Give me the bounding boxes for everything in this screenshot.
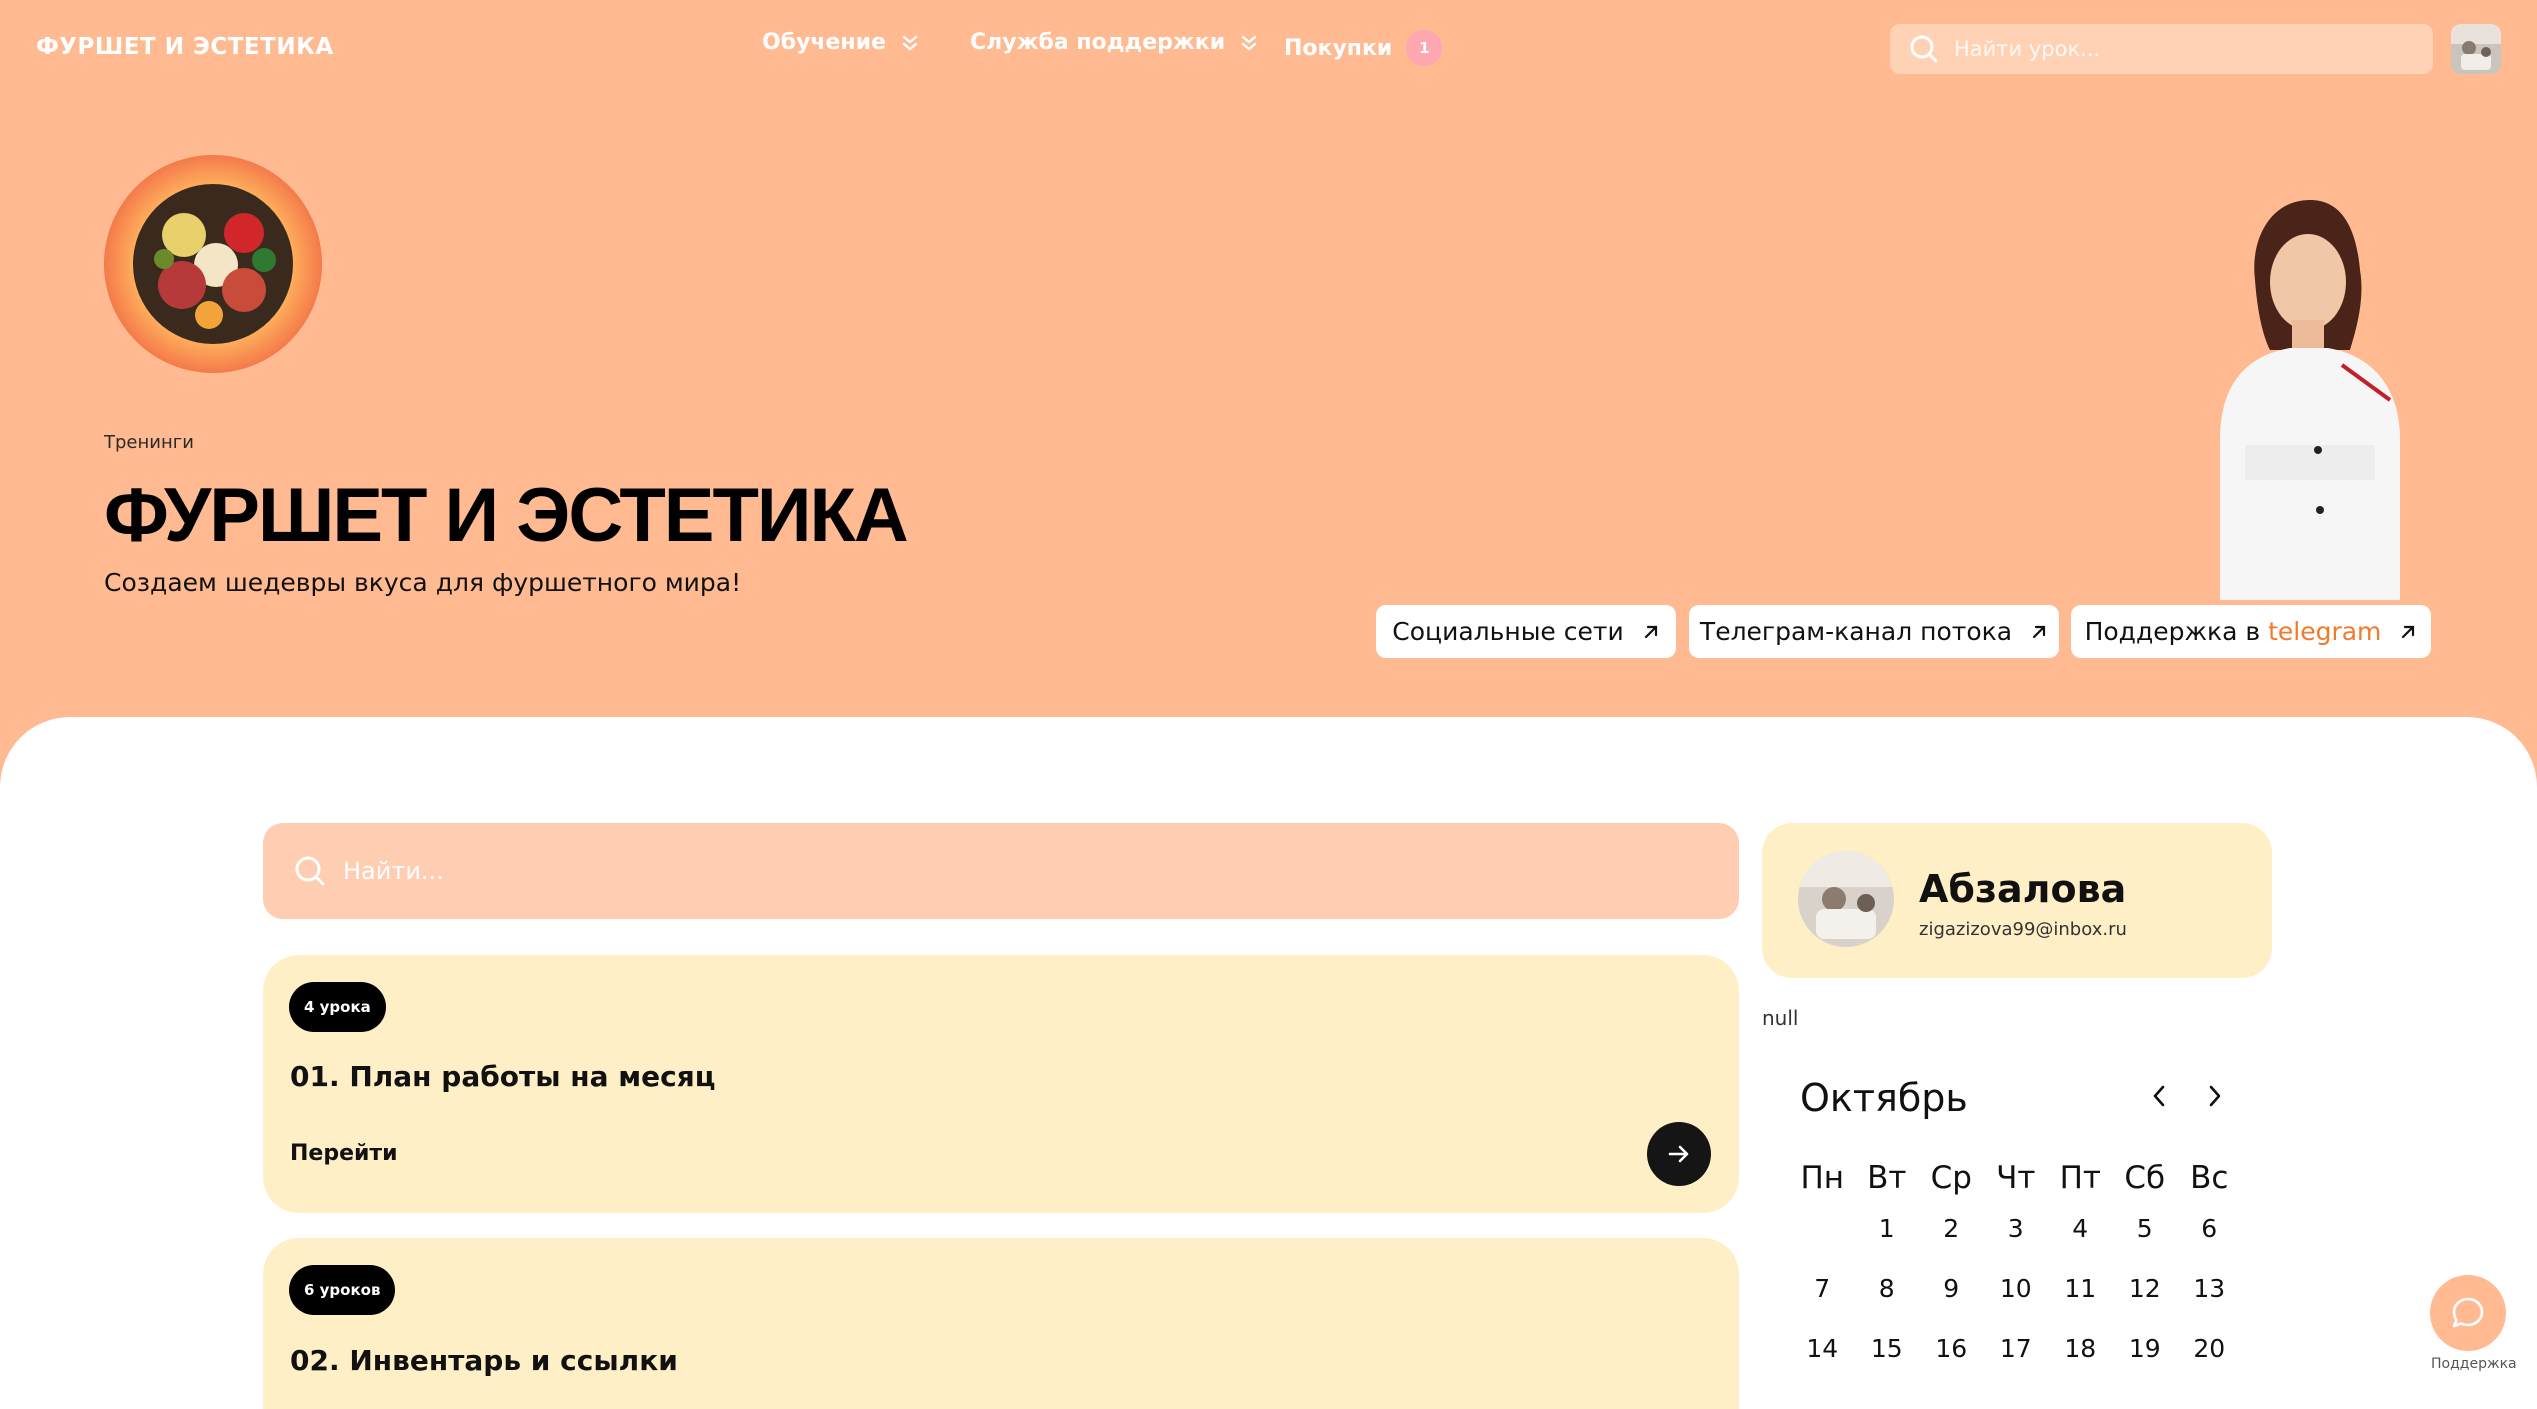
calendar-day[interactable]: 19: [2113, 1332, 2178, 1392]
search-icon: [1910, 35, 1938, 63]
calendar-day[interactable]: 6: [2177, 1212, 2242, 1272]
user-photo-icon: [2451, 24, 2501, 74]
module-card[interactable]: 4 урока 01. План работы на месяц Перейти: [263, 955, 1739, 1213]
calendar-day[interactable]: 5: [2113, 1212, 2178, 1272]
lesson-count-badge: 4 урока: [289, 982, 386, 1032]
calendar-day[interactable]: 14: [1790, 1332, 1855, 1392]
calendar-month: Октябрь: [1800, 1076, 1968, 1120]
support-chat-button[interactable]: [2430, 1275, 2506, 1351]
module-open-link[interactable]: Перейти: [290, 1141, 398, 1166]
calendar-day[interactable]: 8: [1855, 1272, 1920, 1332]
nav-item-label: Покупки: [1284, 35, 1393, 61]
arrow-up-right-icon: [2032, 625, 2046, 638]
breadcrumb[interactable]: Тренинги: [104, 432, 194, 453]
profile-card[interactable]: Абзалова zigazizova99@inbox.ru: [1762, 823, 2272, 978]
calendar-day[interactable]: 2: [1919, 1212, 1984, 1272]
lesson-search-box[interactable]: [1890, 24, 2433, 74]
calendar-day[interactable]: 20: [2177, 1332, 2242, 1392]
calendar-grid: Пн Вт Ср Чт Пт Сб Вс 1 2 3 4 5 6 7 8 9 1…: [1790, 1160, 2242, 1392]
brand-logo-text[interactable]: ФУРШЕТ И ЭСТЕТИКА: [36, 34, 334, 60]
page-subtitle: Создаем шедевры вкуса для фуршетного мир…: [104, 568, 742, 597]
weekday-label: Пн: [1800, 1160, 1845, 1196]
social-networks-button[interactable]: Социальные сети: [1376, 605, 1676, 658]
calendar-day[interactable]: 18: [2048, 1332, 2113, 1392]
double-chevron-down-icon: [902, 35, 918, 50]
calendar-day[interactable]: 15: [1855, 1332, 1920, 1392]
telegram-channel-button[interactable]: Телеграм-канал потока: [1689, 605, 2059, 658]
profile-email: zigazizova99@inbox.ru: [1919, 919, 2127, 940]
button-label: Поддержка в telegram: [2085, 617, 2382, 646]
nav-item-label: Служба поддержки: [970, 30, 1226, 55]
module-card[interactable]: 6 уроков 02. Инвентарь и ссылки: [263, 1238, 1739, 1409]
course-search-input[interactable]: [343, 857, 1643, 885]
profile-name: Абзалова: [1919, 867, 2127, 911]
weekday-label: Пт: [2059, 1160, 2101, 1196]
search-icon: [295, 856, 325, 886]
chat-bubble-icon: [2452, 1297, 2484, 1328]
nav-item-support-service[interactable]: Служба поддержки: [970, 30, 1259, 55]
calendar-day[interactable]: 16: [1919, 1332, 1984, 1392]
calendar-next-button[interactable]: [2200, 1080, 2230, 1112]
calendar-day[interactable]: 9: [1919, 1272, 1984, 1332]
arrow-up-right-icon: [2402, 625, 2415, 638]
telegram-support-button[interactable]: Поддержка в telegram: [2071, 605, 2431, 658]
chevron-left-icon: [2153, 1085, 2165, 1107]
calendar-day[interactable]: 10: [1984, 1272, 2049, 1332]
calendar-day[interactable]: 3: [1984, 1212, 2049, 1272]
module-title: 01. План работы на месяц: [290, 1060, 716, 1093]
module-open-button[interactable]: [1647, 1122, 1711, 1186]
chef-photo-icon: [2220, 200, 2400, 600]
calendar-day[interactable]: 4: [2048, 1212, 2113, 1272]
user-avatar[interactable]: [2451, 24, 2501, 74]
button-label-accent: telegram: [2268, 617, 2382, 646]
weekday-label: Чт: [1996, 1160, 2036, 1196]
nav-item-label: Обучение: [762, 30, 886, 55]
button-label: Телеграм-канал потока: [1699, 617, 2013, 646]
calendar-day-empty: [1790, 1212, 1855, 1272]
lesson-count-badge: 6 уроков: [289, 1265, 396, 1315]
double-chevron-down-icon: [1241, 35, 1257, 50]
profile-photo-icon: [1798, 851, 1894, 947]
weekday-label: Ср: [1930, 1160, 1972, 1196]
weekday-label: Вт: [1867, 1160, 1907, 1196]
arrow-up-right-icon: [1644, 625, 1657, 638]
nav-item-purchases[interactable]: Покупки 1: [1284, 30, 1443, 66]
calendar-day[interactable]: 17: [1984, 1332, 2049, 1392]
course-logo: [104, 155, 322, 373]
calendar-day[interactable]: 11: [2048, 1272, 2113, 1332]
support-chat-label: Поддержка: [2431, 1356, 2517, 1372]
calendar-prev-button[interactable]: [2144, 1080, 2174, 1112]
calendar-day[interactable]: 12: [2113, 1272, 2178, 1332]
lesson-search-input[interactable]: [1954, 37, 2394, 61]
profile-note: null: [1762, 1006, 1799, 1030]
calendar-day[interactable]: 1: [1855, 1212, 1920, 1272]
chef-portrait: [2160, 190, 2430, 600]
charcuterie-board-icon: [104, 155, 322, 373]
top-navigation-bar: ФУРШЕТ И ЭСТЕТИКА Обучение Служба поддер…: [0, 0, 2537, 100]
purchases-count-badge: 1: [1406, 30, 1443, 66]
weekday-label: Вс: [2190, 1160, 2229, 1196]
calendar-day[interactable]: 13: [2177, 1272, 2242, 1332]
profile-avatar: [1798, 851, 1894, 947]
arrow-right-icon: [1668, 1145, 1689, 1163]
calendar-day[interactable]: 7: [1790, 1272, 1855, 1332]
module-title: 02. Инвентарь и ссылки: [290, 1344, 678, 1377]
page-title: ФУРШЕТ И ЭСТЕТИКА: [104, 473, 909, 558]
weekday-label: Сб: [2124, 1160, 2166, 1196]
button-label-text: Поддержка в: [2084, 617, 2261, 646]
chevron-right-icon: [2209, 1085, 2221, 1107]
course-search-box[interactable]: [263, 823, 1739, 919]
button-label: Социальные сети: [1392, 617, 1624, 646]
nav-item-education[interactable]: Обучение: [762, 30, 920, 55]
